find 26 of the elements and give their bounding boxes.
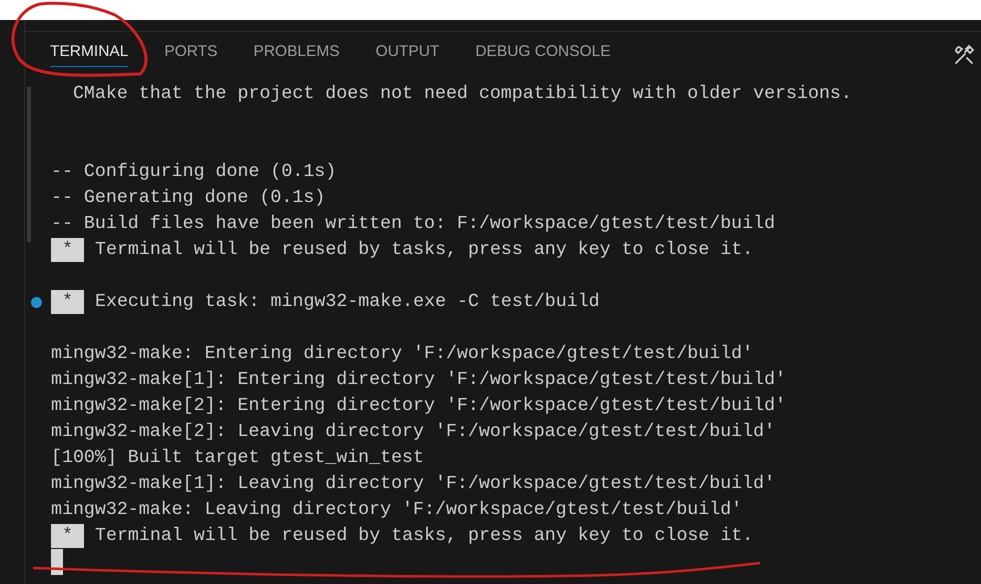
terminal-line: Terminal will be reused by tasks, press any key to close it. xyxy=(95,239,754,262)
command-decoration-dot[interactable] xyxy=(31,296,42,308)
panel-tab[interactable]: PORTS xyxy=(164,32,218,68)
terminal-cursor xyxy=(51,549,63,575)
terminal-line: -- Build files have been written to: F:/workspace/gtest/test/build xyxy=(51,213,776,236)
terminal-line: -- Configuring done (0.1s) xyxy=(51,161,336,184)
panel-tab[interactable]: TERMINAL xyxy=(50,32,128,68)
terminal-line: mingw32-make[1]: Leaving directory 'F:/workspace/gtest/test/build' xyxy=(51,473,776,496)
tools-icon[interactable] xyxy=(953,44,975,66)
panel-tab[interactable]: OUTPUT xyxy=(376,32,440,68)
task-marker: * xyxy=(51,290,84,314)
terminal-line: mingw32-make: Leaving directory 'F:/workspace/gtest/test/build' xyxy=(51,499,742,522)
terminal-line: mingw32-make: Entering directory 'F:/workspace/gtest/test/build' xyxy=(51,343,754,366)
panel-tab[interactable]: DEBUG CONSOLE xyxy=(475,32,611,68)
terminal-line: Terminal will be reused by tasks, press any key to close it. xyxy=(95,525,754,548)
scrollbar[interactable] xyxy=(27,87,31,242)
task-marker: * xyxy=(51,238,84,262)
panel-tab[interactable]: PROBLEMS xyxy=(254,32,340,68)
terminal-line: mingw32-make[1]: Entering directory 'F:/workspace/gtest/test/build' xyxy=(51,369,786,392)
terminal-line: [100%] Built target gtest_win_test xyxy=(51,447,424,470)
terminal-line: CMake that the project does not need compatibility with older versions. xyxy=(72,83,852,106)
terminal-line: -- Generating done (0.1s) xyxy=(51,187,326,210)
task-marker: * xyxy=(51,524,84,548)
terminal-line: Executing task: mingw32-make.exe -C test/build xyxy=(95,291,600,314)
terminal-line: mingw32-make[2]: Entering directory 'F:/workspace/gtest/test/build' xyxy=(51,395,786,418)
terminal-line: mingw32-make[2]: Leaving directory 'F:/workspace/gtest/test/build' xyxy=(51,421,776,444)
